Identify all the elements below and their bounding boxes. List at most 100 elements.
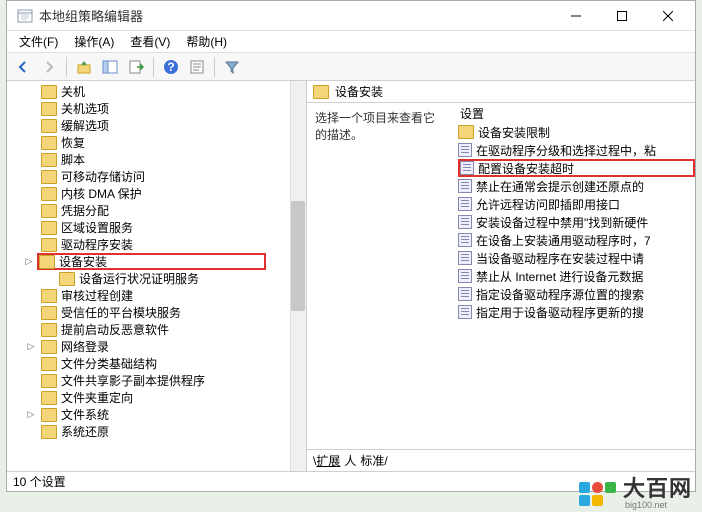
tree-scrollbar[interactable] — [290, 81, 306, 471]
menu-view[interactable]: 查看(V) — [122, 31, 178, 52]
tree-item-label: 文件共享影子副本提供程序 — [61, 372, 205, 389]
folder-icon — [41, 357, 57, 371]
expand-icon[interactable]: ▷ — [25, 341, 37, 353]
tree-item-label: 文件分类基础结构 — [61, 355, 157, 372]
detail-heading: 设备安装 — [335, 83, 383, 100]
setting-item[interactable]: 安装设备过程中禁用"找到新硬件 — [458, 213, 695, 231]
folder-icon — [41, 340, 57, 354]
back-button[interactable] — [11, 55, 35, 79]
setting-item[interactable]: 禁止在通常会提示创建还原点的 — [458, 177, 695, 195]
tree-item[interactable]: 可移动存储访问 — [39, 168, 306, 185]
detail-body: 选择一个项目来查看它的描述。 设置 设备安装限制在驱动程序分级和选择过程中，粘配… — [307, 103, 695, 449]
watermark-logo — [578, 481, 617, 507]
setting-label: 指定设备驱动程序源位置的搜索 — [476, 286, 644, 303]
tree-item-label: 受信任的平台模块服务 — [61, 304, 181, 321]
tree-item[interactable]: 系统还原 — [39, 423, 306, 440]
tree-item[interactable]: 驱动程序安装 — [39, 236, 306, 253]
tree-item[interactable]: 关机选项 — [39, 100, 306, 117]
setting-item[interactable]: 当设备驱动程序在安装过程中请 — [458, 249, 695, 267]
menu-file[interactable]: 文件(F) — [11, 31, 66, 52]
setting-item[interactable]: 指定设备驱动程序源位置的搜索 — [458, 285, 695, 303]
help-button[interactable]: ? — [159, 55, 183, 79]
policy-icon — [458, 143, 472, 157]
tree-item[interactable]: 设备运行状况证明服务 — [39, 270, 306, 287]
toolbar: ? — [7, 53, 695, 81]
folder-icon — [41, 238, 57, 252]
tree-item[interactable]: ▷设备安装 — [37, 253, 266, 270]
tree: 关机关机选项缓解选项恢复脚本可移动存储访问内核 DMA 保护凭据分配区域设置服务… — [7, 81, 306, 442]
folder-icon — [41, 221, 57, 235]
properties-button[interactable] — [185, 55, 209, 79]
expand-icon[interactable]: ▷ — [25, 409, 37, 421]
no-expand — [25, 171, 37, 183]
tree-item[interactable]: 文件分类基础结构 — [39, 355, 306, 372]
show-hide-tree-button[interactable] — [98, 55, 122, 79]
policy-icon — [458, 215, 472, 229]
tree-item-label: 凭据分配 — [61, 202, 109, 219]
folder-icon — [41, 119, 57, 133]
setting-item[interactable]: 设备安装限制 — [458, 123, 695, 141]
menu-action[interactable]: 操作(A) — [66, 31, 122, 52]
tree-item[interactable]: ▷文件系统 — [39, 406, 306, 423]
tree-item[interactable]: 脚本 — [39, 151, 306, 168]
folder-icon — [41, 289, 57, 303]
tree-item[interactable]: 恢复 — [39, 134, 306, 151]
tree-panel[interactable]: 关机关机选项缓解选项恢复脚本可移动存储访问内核 DMA 保护凭据分配区域设置服务… — [7, 81, 307, 471]
no-expand — [25, 86, 37, 98]
tree-item[interactable]: 提前启动反恶意软件 — [39, 321, 306, 338]
tree-item-label: 驱动程序安装 — [61, 236, 133, 253]
setting-label: 安装设备过程中禁用"找到新硬件 — [476, 214, 648, 231]
window-title: 本地组策略编辑器 — [39, 6, 553, 25]
tree-item[interactable]: 凭据分配 — [39, 202, 306, 219]
toolbar-separator — [66, 57, 67, 77]
setting-item[interactable]: 在驱动程序分级和选择过程中，粘 — [458, 141, 695, 159]
scroll-thumb[interactable] — [291, 201, 305, 311]
tree-item[interactable]: ▷网络登录 — [39, 338, 306, 355]
minimize-button[interactable] — [553, 1, 599, 31]
no-expand — [25, 154, 37, 166]
tree-item-label: 设备安装 — [59, 253, 107, 270]
expand-icon[interactable]: ▷ — [23, 256, 35, 268]
folder-icon — [41, 323, 57, 337]
filter-button[interactable] — [220, 55, 244, 79]
setting-item[interactable]: 配置设备安装超时 — [458, 159, 695, 177]
menubar: 文件(F) 操作(A) 查看(V) 帮助(H) — [7, 31, 695, 53]
policy-icon — [458, 197, 472, 211]
close-button[interactable] — [645, 1, 691, 31]
folder-icon — [59, 272, 75, 286]
no-expand — [25, 324, 37, 336]
tree-item[interactable]: 文件夹重定向 — [39, 389, 306, 406]
setting-item[interactable]: 禁止从 Internet 进行设备元数据 — [458, 267, 695, 285]
setting-item[interactable]: 在设备上安装通用驱动程序时，7 — [458, 231, 695, 249]
no-expand — [25, 426, 37, 438]
folder-icon — [41, 170, 57, 184]
tab-standard[interactable]: 标准 — [360, 452, 384, 469]
maximize-button[interactable] — [599, 1, 645, 31]
policy-icon — [458, 287, 472, 301]
folder-icon — [41, 408, 57, 422]
column-header-setting[interactable]: 设置 — [452, 103, 695, 123]
tree-item[interactable]: 审核过程创建 — [39, 287, 306, 304]
setting-item[interactable]: 指定用于设备驱动程序更新的搜 — [458, 303, 695, 321]
setting-item[interactable]: 允许远程访问即插即用接口 — [458, 195, 695, 213]
forward-button[interactable] — [37, 55, 61, 79]
tree-item[interactable]: 文件共享影子副本提供程序 — [39, 372, 306, 389]
export-button[interactable] — [124, 55, 148, 79]
tree-item-label: 可移动存储访问 — [61, 168, 145, 185]
detail-description-pane: 选择一个项目来查看它的描述。 — [307, 103, 452, 449]
folder-icon — [41, 153, 57, 167]
detail-list-pane: 设置 设备安装限制在驱动程序分级和选择过程中，粘配置设备安装超时禁止在通常会提示… — [452, 103, 695, 449]
tab-extended[interactable]: 扩展 — [316, 452, 340, 469]
tree-item[interactable]: 受信任的平台模块服务 — [39, 304, 306, 321]
tree-item-label: 设备运行状况证明服务 — [79, 270, 199, 287]
watermark-text: 大百网 — [623, 477, 692, 500]
folder-icon — [41, 136, 57, 150]
tree-item[interactable]: 缓解选项 — [39, 117, 306, 134]
tree-item[interactable]: 关机 — [39, 83, 306, 100]
menu-help[interactable]: 帮助(H) — [178, 31, 235, 52]
no-expand — [25, 222, 37, 234]
up-button[interactable] — [72, 55, 96, 79]
setting-label: 设备安装限制 — [478, 124, 550, 141]
tree-item[interactable]: 内核 DMA 保护 — [39, 185, 306, 202]
tree-item[interactable]: 区域设置服务 — [39, 219, 306, 236]
